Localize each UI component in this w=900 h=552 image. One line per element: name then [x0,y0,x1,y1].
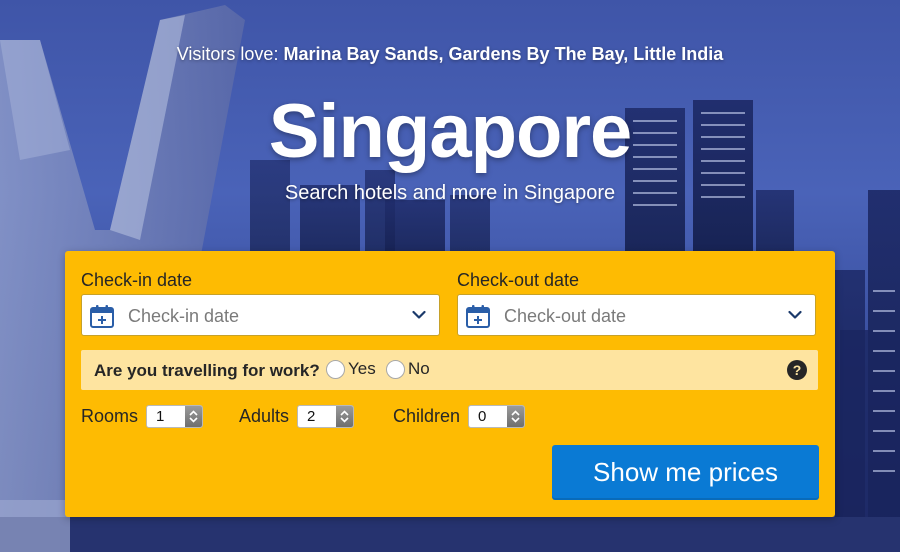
adults-group: Adults 2 [239,405,355,428]
work-yes-option[interactable]: Yes [326,359,376,379]
work-travel-bar: Are you travelling for work? Yes No ? [81,350,818,390]
checkin-date-field[interactable]: Check-in date [81,294,440,336]
work-no-label: No [408,359,430,378]
visitors-love-line: Visitors love: Marina Bay Sands, Gardens… [0,44,900,65]
work-yes-label: Yes [348,359,376,378]
work-no-radio[interactable] [386,359,405,379]
rooms-value: 1 [156,408,165,425]
checkin-label: Check-in date [81,270,193,290]
adults-value: 2 [307,408,316,425]
checkout-label: Check-out date [457,270,580,290]
help-icon[interactable]: ? [787,360,807,380]
updown-arrows-icon [185,406,203,427]
city-subtitle: Search hotels and more in Singapore [284,182,616,204]
show-prices-button[interactable]: Show me prices [552,445,819,500]
checkin-placeholder: Check-in date [128,306,240,326]
chevron-down-icon [788,310,802,319]
work-no-option[interactable]: No [386,359,430,379]
calendar-icon [90,305,114,328]
checkout-group: Check-out date Check-out date [457,268,817,336]
checkout-placeholder: Check-out date [504,306,627,326]
adults-label: Adults [239,406,290,426]
rooms-select[interactable]: 1 [146,405,204,428]
rooms-group: Rooms 1 [81,405,204,428]
adults-select[interactable]: 2 [297,405,355,428]
children-select[interactable]: 0 [468,405,526,428]
checkout-date-field[interactable]: Check-out date [457,294,816,336]
children-label: Children [393,406,461,426]
rooms-label: Rooms [81,406,139,426]
visitors-prefix: Visitors love: [176,44,279,64]
work-travel-question: Are you travelling for work? [94,361,320,380]
chevron-down-icon [412,310,426,319]
calendar-icon [466,305,490,328]
work-yes-radio[interactable] [326,359,345,379]
visitors-places: Marina Bay Sands, Gardens By The Bay, Li… [283,44,724,64]
children-group: Children 0 [393,405,526,428]
updown-arrows-icon [507,406,525,427]
updown-arrows-icon [336,406,354,427]
children-value: 0 [478,408,487,425]
search-panel: Check-in date Check-in date Check-out da… [65,251,835,517]
city-title: Singapore [268,89,633,174]
checkin-group: Check-in date Check-in date [81,268,441,336]
